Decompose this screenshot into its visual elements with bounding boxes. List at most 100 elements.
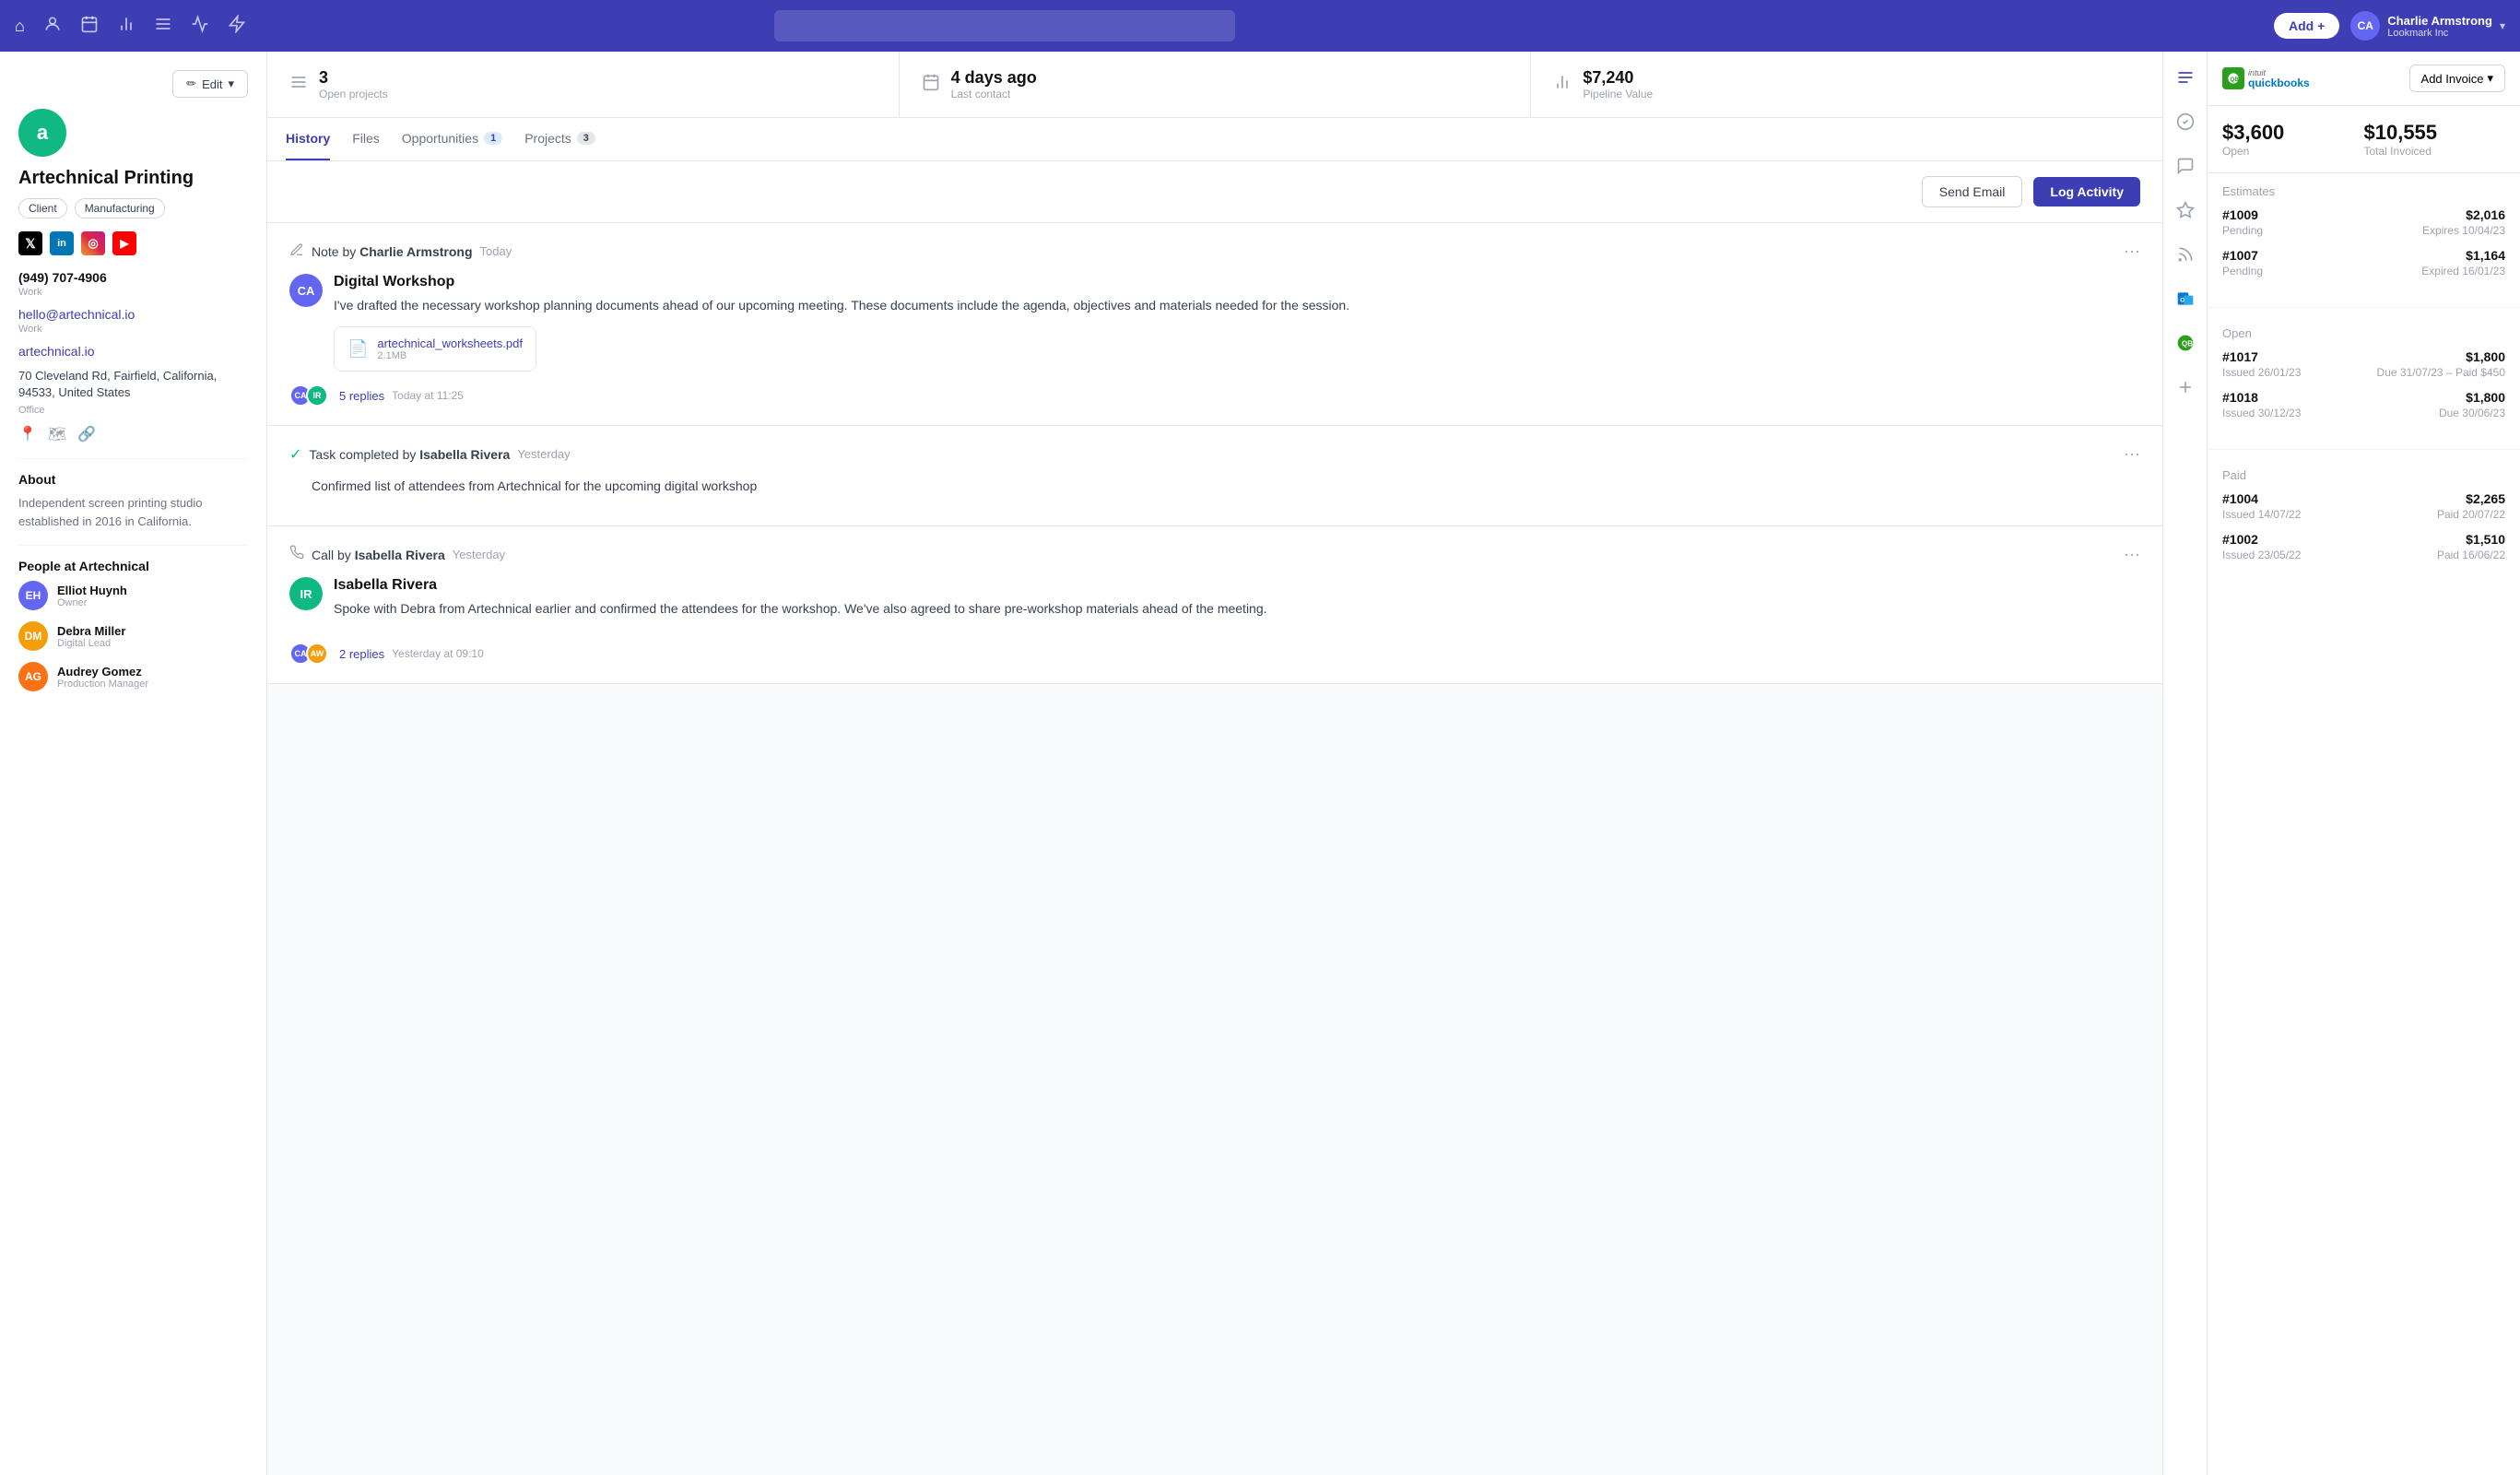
address: 70 Cleveland Rd, Fairfield, California, … [18, 368, 248, 401]
person-info-eh: Elliot Huynh Owner [57, 584, 127, 608]
tab-opportunities[interactable]: Opportunities 1 [402, 118, 502, 160]
more-button-note[interactable]: ··· [2124, 242, 2140, 261]
sidebar-icon-chat[interactable] [2171, 151, 2200, 181]
website[interactable]: artechnical.io [18, 344, 248, 359]
left-sidebar: ✏ Edit ▾ a Artechnical Printing Client M… [0, 52, 267, 1475]
contact-icon [922, 73, 940, 96]
invoice-1007[interactable]: #1007 Pending $1,164 Expired 16/01/23 [2222, 248, 2505, 277]
tag-manufacturing[interactable]: Manufacturing [75, 198, 165, 218]
content-call: Isabella Rivera Spoke with Debra from Ar… [334, 577, 2140, 630]
instagram-icon[interactable]: ◎ [81, 231, 105, 255]
tab-projects[interactable]: Projects 3 [524, 118, 595, 160]
activity-time-note: Today [480, 244, 512, 258]
sidebar-icon-rss[interactable] [2171, 240, 2200, 269]
replies-count-call[interactable]: 2 replies [339, 647, 384, 661]
content-text-note: I've drafted the necessary workshop plan… [334, 296, 2140, 315]
calendar-icon[interactable] [80, 15, 99, 38]
person-debra[interactable]: DM Debra Miller Digital Lead [18, 621, 248, 651]
user-pill[interactable]: CA Charlie Armstrong Lookmark Inc ▾ [2350, 11, 2505, 41]
reply-avatars-note: CA IR [289, 384, 323, 407]
replies-time-note: Today at 11:25 [392, 389, 464, 402]
person-avatar-dm: DM [18, 621, 48, 651]
sidebar-icon-quickbooks[interactable]: QB [2171, 328, 2200, 358]
activity-call: Call by Isabella Rivera Yesterday ··· IR… [267, 526, 2162, 684]
youtube-icon[interactable]: ▶ [112, 231, 136, 255]
analytics-icon[interactable] [117, 15, 135, 38]
linkedin-icon[interactable]: in [50, 231, 74, 255]
qb-divider-2 [2208, 449, 2520, 450]
stat-label-projects: Open projects [319, 88, 388, 100]
person-name-ag: Audrey Gomez [57, 665, 148, 678]
activity-icon[interactable] [191, 15, 209, 38]
invoice-amount-1009: $2,016 [2466, 207, 2505, 222]
activity-header-note: Note by Charlie Armstrong Today ··· [289, 242, 2140, 261]
file-attachment[interactable]: 📄 artechnical_worksheets.pdf 2.1MB [334, 326, 536, 372]
more-button-call[interactable]: ··· [2124, 545, 2140, 564]
home-icon[interactable]: ⌂ [15, 17, 25, 36]
phone-label: Work [18, 287, 248, 298]
invoice-right-1018: $1,800 Due 30/06/23 [2439, 390, 2505, 419]
email-address[interactable]: hello@artechnical.io [18, 307, 248, 322]
invoice-1004[interactable]: #1004 Issued 14/07/22 $2,265 Paid 20/07/… [2222, 491, 2505, 521]
menu-icon[interactable] [154, 15, 172, 38]
global-add-button[interactable]: Add + [2274, 13, 2339, 39]
invoice-1002[interactable]: #1002 Issued 23/05/22 $1,510 Paid 16/06/… [2222, 532, 2505, 561]
invoice-amount-1002: $1,510 [2466, 532, 2505, 547]
location-icon[interactable]: 📍 [18, 425, 37, 443]
chevron-down-icon: ▾ [228, 77, 234, 91]
map-icon[interactable]: 🗺 [48, 425, 66, 443]
activity-author-call: Isabella Rivera [355, 548, 445, 562]
right-section: Add + CA Charlie Armstrong Lookmark Inc … [2274, 11, 2505, 41]
social-icons: 𝕏 in ◎ ▶ [18, 231, 248, 255]
contacts-icon[interactable] [43, 15, 62, 38]
paid-title: Paid [2222, 468, 2505, 482]
link-icon[interactable]: 🔗 [77, 425, 96, 443]
sidebar-icon-outlook[interactable]: O [2171, 284, 2200, 313]
qb-summary: $3,600 Open $10,555 Total Invoiced [2208, 106, 2520, 173]
avatar-ir: IR [289, 577, 323, 610]
file-size: 2.1MB [377, 350, 523, 361]
send-email-button[interactable]: Send Email [1922, 176, 2023, 207]
stat-content-contact: 4 days ago Last contact [951, 68, 1037, 100]
chevron-down-icon: ▾ [2500, 19, 2505, 32]
qb-divider-1 [2208, 307, 2520, 308]
sidebar-icon-add[interactable] [2171, 372, 2200, 402]
content-text-task: Confirmed list of attendees from Artechn… [312, 477, 2140, 496]
sidebar-icon-sparkle[interactable] [2171, 195, 2200, 225]
content-name-call: Isabella Rivera [334, 577, 2140, 594]
user-name: Charlie Armstrong [2387, 14, 2492, 28]
company-logo: a [18, 109, 66, 157]
search-input[interactable] [774, 10, 1235, 41]
person-role-dm: Digital Lead [57, 638, 125, 649]
add-invoice-button[interactable]: Add Invoice ▾ [2409, 65, 2505, 92]
person-avatar-eh: EH [18, 581, 48, 610]
person-audrey[interactable]: AG Audrey Gomez Production Manager [18, 662, 248, 691]
avatar-row-note: CA Digital Workshop I've drafted the nec… [289, 274, 2140, 372]
activity-time-call: Yesterday [453, 548, 505, 561]
sidebar-icon-check[interactable] [2171, 107, 2200, 136]
svg-text:O: O [2180, 297, 2184, 303]
qb-estimates-section: Estimates #1009 Pending $2,016 Expires 1… [2208, 173, 2520, 300]
person-elliot[interactable]: EH Elliot Huynh Owner [18, 581, 248, 610]
tab-files[interactable]: Files [352, 118, 380, 160]
tab-history[interactable]: History [286, 118, 330, 160]
tag-client[interactable]: Client [18, 198, 67, 218]
invoice-1017[interactable]: #1017 Issued 26/01/23 $1,800 Due 31/07/2… [2222, 349, 2505, 379]
invoice-1009[interactable]: #1009 Pending $2,016 Expires 10/04/23 [2222, 207, 2505, 237]
activity-note: Note by Charlie Armstrong Today ··· CA D… [267, 223, 2162, 426]
replies-count-note[interactable]: 5 replies [339, 389, 384, 403]
svg-text:QB: QB [2181, 338, 2193, 348]
content-title-note: Digital Workshop [334, 274, 2140, 290]
replies-row-call: CA AW 2 replies Yesterday at 09:10 [289, 643, 2140, 665]
log-activity-button[interactable]: Log Activity [2033, 177, 2140, 206]
open-amount-label: Open [2222, 145, 2364, 158]
twitter-icon[interactable]: 𝕏 [18, 231, 42, 255]
activity-author-note: Charlie Armstrong [359, 244, 472, 259]
bolt-icon[interactable] [228, 15, 246, 38]
stat-content-pipeline: $7,240 Pipeline Value [1583, 68, 1653, 100]
edit-button[interactable]: ✏ Edit ▾ [172, 70, 248, 98]
invoice-1018[interactable]: #1018 Issued 30/12/23 $1,800 Due 30/06/2… [2222, 390, 2505, 419]
sidebar-icon-notes[interactable] [2171, 63, 2200, 92]
more-button-task[interactable]: ··· [2124, 444, 2140, 464]
divider [18, 458, 248, 459]
